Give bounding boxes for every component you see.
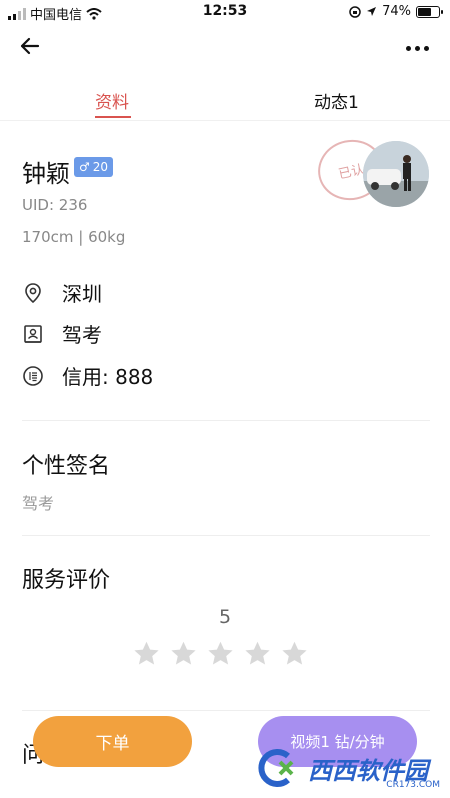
male-icon: ♂ (79, 160, 90, 174)
location-pin-icon (25, 282, 41, 303)
star-icon (245, 641, 270, 665)
review-score: 5 (218, 606, 232, 628)
city-label: 深圳 (62, 282, 102, 306)
status-bar: 中国电信 12:53 74% (0, 0, 450, 24)
signature-text: 驾考 (22, 494, 55, 513)
orientation-lock-icon (349, 5, 361, 18)
battery-icon (416, 5, 443, 18)
profile-name: 钟颖 (22, 160, 70, 188)
tab-profile[interactable]: 资料 (95, 88, 129, 113)
id-card-icon (24, 324, 42, 343)
arrow-left-icon (20, 37, 40, 55)
battery-percent: 74% (382, 4, 411, 19)
credit-icon (23, 365, 43, 386)
info-row-city: 深圳 (22, 278, 102, 307)
more-dots-icon (405, 45, 411, 51)
credit-label: 信用: 888 (62, 365, 154, 389)
info-row-occupation: 驾考 (22, 319, 102, 348)
back-button[interactable] (18, 34, 50, 62)
reviews-title: 服务评价 (22, 568, 111, 593)
avatar[interactable] (363, 141, 429, 207)
status-right: 74% (349, 4, 443, 19)
battery-level (418, 7, 432, 16)
rating-stars (132, 640, 309, 668)
age-label: 20 (92, 160, 109, 174)
section-divider (22, 420, 430, 421)
watermark-url: CR173.COM (386, 780, 440, 790)
gender-age-badge: ♂ 20 (74, 157, 114, 177)
tab-active-indicator (95, 116, 131, 118)
more-button[interactable] (400, 38, 434, 58)
info-row-credit: 信用: 888 (22, 361, 153, 390)
location-arrow-icon (367, 7, 377, 16)
star-icon (208, 641, 233, 665)
star-icon (171, 641, 196, 665)
order-button[interactable]: 下单 (33, 716, 192, 767)
star-icon (282, 641, 307, 665)
verified-stamp-text: 已认 (337, 161, 366, 182)
occupation-label: 驾考 (62, 323, 102, 347)
watermark-logo (258, 749, 294, 787)
watermark: 西西软件园 CR173.COM (258, 744, 448, 792)
signature-title: 个性签名 (22, 454, 111, 479)
section-divider (22, 535, 430, 536)
avatar-photo (363, 141, 429, 207)
height-weight-label: 170cm | 60kg (22, 228, 126, 246)
tab-divider (0, 120, 450, 121)
tab-moments[interactable]: 动态1 (314, 88, 359, 113)
uid-label: UID: 236 (22, 196, 88, 214)
section-divider (22, 710, 430, 711)
star-icon (134, 641, 159, 665)
